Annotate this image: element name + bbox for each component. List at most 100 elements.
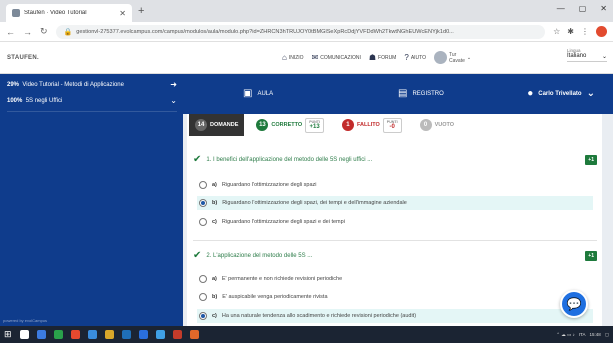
option-key: c) [212, 219, 217, 225]
module-progress: 100% [7, 97, 23, 104]
option-text: Riguardano l'ottimizzazione degli spazi [221, 182, 317, 188]
radio-button[interactable] [199, 181, 207, 189]
radio-button[interactable] [199, 275, 207, 283]
back-icon[interactable]: ← [6, 27, 15, 37]
brand-logo[interactable]: STAUFEN. [7, 55, 39, 61]
notification-icon[interactable]: ▢ [605, 332, 609, 338]
close-tab-icon[interactable]: ✕ [119, 9, 126, 18]
chat-bubble-button[interactable]: 💬 [560, 290, 588, 318]
answer-option[interactable]: a) Riguardano l'ottimizzazione degli spa… [197, 178, 593, 192]
app-icon[interactable] [190, 330, 199, 339]
user-menu[interactable]: Tur Cavate ⌄ [434, 51, 471, 64]
menu-icon[interactable]: ⋮ [581, 27, 589, 36]
folder-icon[interactable] [105, 330, 114, 339]
close-window-icon[interactable]: ✕ [600, 4, 607, 13]
answer-option-selected[interactable]: b) Riguardano l'ottimizzazione degli spa… [197, 196, 593, 210]
module-title: 5S negli Uffici [25, 97, 63, 104]
home-icon: ⌂ [282, 53, 287, 62]
option-text: E' permanente e non richiede revisioni p… [221, 276, 343, 282]
corretto-points: PUNTI +13 [305, 117, 324, 133]
taskview-icon[interactable] [37, 330, 46, 339]
divider [193, 240, 597, 241]
option-key: b) [212, 294, 218, 300]
user-dropdown[interactable]: ● Carlo Trivellato ⌄ [527, 88, 595, 99]
answer-option[interactable]: c) Riguardano l'ottimizzazione degli spa… [197, 215, 593, 229]
reload-icon[interactable]: ↻ [40, 26, 48, 37]
option-key: a) [212, 182, 217, 188]
tray-language[interactable]: ITA [579, 332, 586, 337]
app-icon[interactable] [173, 330, 182, 339]
radio-button[interactable] [199, 199, 207, 207]
question-title: 1. I benefici dell'applicazione del meto… [206, 156, 373, 163]
exit-icon[interactable]: ➜ [170, 80, 177, 89]
answer-option[interactable]: a) E' permanente e non richiede revision… [197, 272, 593, 286]
url-field[interactable]: 🔒 gestionvl-275377.evolcampus.com/campus… [55, 24, 546, 39]
registro-button[interactable]: ▤ REGISTRO [398, 88, 444, 99]
sidebar-module-row[interactable]: 100% 5S negli Uffici ⌄ [7, 96, 177, 112]
tray-icons[interactable]: ⌃ ☁ ▭ ♪ [556, 332, 575, 338]
new-tab-button[interactable]: + [138, 5, 144, 17]
chevron-down-icon[interactable]: ⌄ [170, 96, 177, 105]
nav-inizio[interactable]: ⌂ INIZIO [282, 53, 304, 62]
app-icon[interactable] [122, 330, 131, 339]
aula-button[interactable]: ▣ AULA [243, 88, 273, 99]
mail-icon: ✉ [311, 53, 319, 62]
browser-extensions: ☆ ✱ ⋮ [553, 26, 607, 37]
radio-button[interactable] [199, 293, 207, 301]
lock-icon: 🔒 [63, 28, 73, 36]
option-text: Riguardano l'ottimizzazione degli spazi … [221, 219, 345, 225]
app-icon[interactable] [88, 330, 97, 339]
nav-forum[interactable]: ☗ FORUM [369, 53, 397, 62]
corretto-count: 13 [256, 119, 269, 131]
windows-start-icon[interactable]: ⊞ [4, 329, 16, 340]
chevron-down-icon: ⌄ [466, 54, 472, 61]
fallito-label: FALLITO [356, 122, 380, 128]
answer-option-selected[interactable]: c) Ha una naturale tendenza allo scadime… [197, 309, 593, 323]
quiz-panel: 14 DOMANDE 13 CORRETTO PUNTI +13 1 FALLI… [187, 114, 602, 326]
radio-button[interactable] [199, 218, 207, 226]
vuoto-count: 0 [419, 119, 432, 131]
corretto-label: CORRETTO [271, 122, 303, 128]
option-text: Riguardano l'ottimizzazione degli spazi,… [222, 200, 407, 206]
radio-button[interactable] [199, 312, 207, 320]
extension-icon[interactable]: ✱ [567, 27, 574, 36]
language-value: Italiano [567, 53, 587, 59]
tray-clock[interactable]: 15:48 [589, 332, 600, 337]
url-text: gestionvl-275377.evolcampus.com/campus/m… [76, 28, 454, 35]
nav-label: AIUTO [410, 54, 427, 61]
nav-comunicazioni[interactable]: ✉ COMUNICAZIONI [312, 53, 361, 62]
forum-icon: ☗ [368, 53, 377, 62]
forward-icon[interactable]: → [23, 27, 32, 37]
avatar [434, 51, 448, 64]
check-icon: ✔ [193, 154, 202, 165]
nav-aiuto[interactable]: ? AIUTO [404, 53, 426, 62]
register-icon: ▤ [398, 88, 408, 99]
domande-count: 14 [195, 119, 207, 131]
window-controls: — ▢ ✕ [557, 4, 607, 13]
language-select[interactable]: Lingua Italiano ⌄ [567, 48, 607, 62]
app-icon[interactable] [156, 330, 165, 339]
top-navigation: ⌂ INIZIO ✉ COMUNICAZIONI ☗ FORUM ? AIUTO… [282, 51, 471, 64]
browser-tab[interactable]: Staufen · Video Tutorial ✕ [6, 4, 132, 22]
maximize-icon[interactable]: ▢ [579, 4, 587, 13]
fallito-points: PUNTI -0 [382, 117, 402, 133]
sidebar: 29% Video Tutorial - Metodi di Applicazi… [0, 74, 183, 326]
system-tray: ⌃ ☁ ▭ ♪ ITA 15:48 ▢ [556, 332, 609, 338]
sidebar-course-row[interactable]: 29% Video Tutorial - Metodi di Applicazi… [7, 80, 177, 89]
taskbar-apps [20, 330, 199, 339]
search-icon[interactable] [20, 330, 29, 339]
browser-tab-bar: Staufen · Video Tutorial ✕ + — ▢ ✕ [0, 0, 613, 22]
bookmark-star-icon[interactable]: ☆ [553, 27, 560, 36]
chrome-icon[interactable] [71, 330, 80, 339]
app-icon[interactable] [54, 330, 63, 339]
profile-icon[interactable] [596, 26, 607, 37]
check-icon: ✔ [193, 250, 202, 261]
monitor-icon: ▣ [243, 88, 253, 99]
nav-label: FORUM [378, 54, 397, 61]
answer-option[interactable]: b) E' auspicabile venga periodicamente r… [197, 290, 593, 304]
minimize-icon[interactable]: — [557, 4, 565, 13]
option-key: b) [212, 200, 218, 206]
app-icon[interactable] [139, 330, 148, 339]
course-progress: 29% [7, 81, 20, 88]
vuoto-label: VUOTO [434, 122, 455, 128]
